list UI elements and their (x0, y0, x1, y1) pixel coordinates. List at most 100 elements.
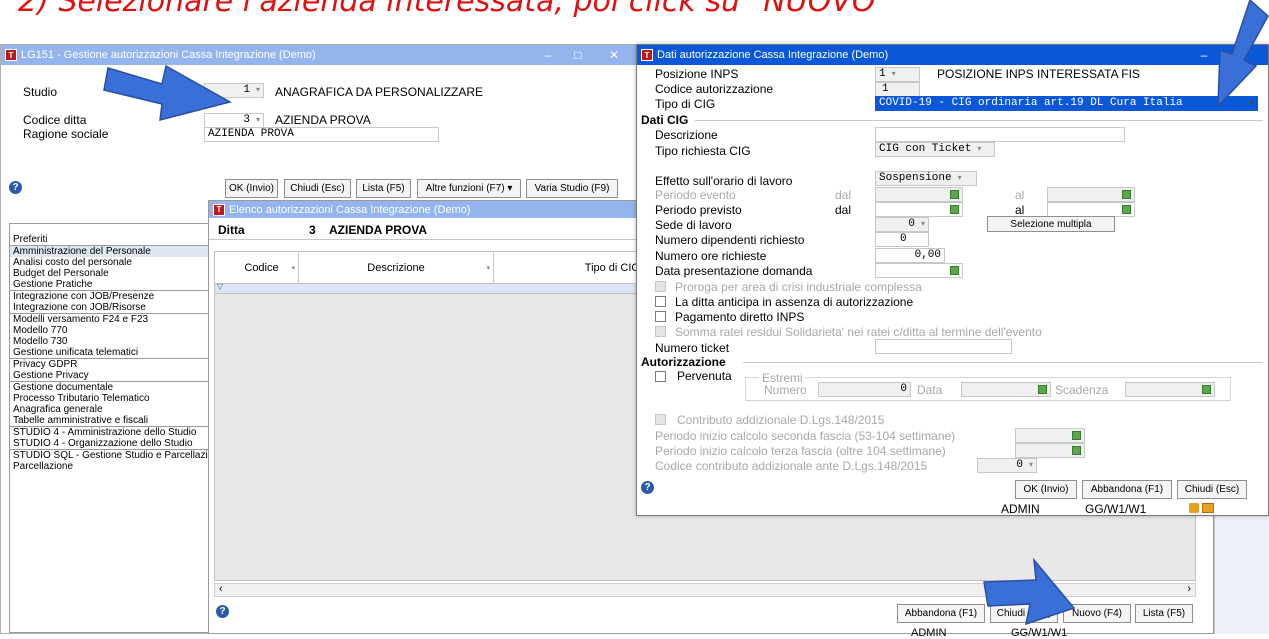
sidebar-item[interactable]: Processo Tributario Telematico (10, 393, 208, 404)
sidebar-list: Preferiti Amministrazione del Personale An… (10, 224, 208, 472)
sidebar-item[interactable]: Gestione documentale (10, 382, 208, 393)
sidebar-item[interactable]: Gestione unificata telematici (10, 347, 208, 358)
ticket-label: Numero ticket (655, 341, 730, 355)
list-lista-button[interactable]: Lista (F5) (1135, 604, 1193, 623)
data-presentazione-label: Data presentazione domanda (655, 264, 813, 278)
sidebar-item[interactable]: STUDIO 4 - Organizzazione dello Studio (10, 438, 208, 449)
column-header-descrizione[interactable]: Descrizione ▾ (299, 252, 494, 284)
calendar-icon[interactable] (1122, 205, 1131, 214)
periodo-evento-al-field (1047, 187, 1135, 202)
periodo-previsto-al-field[interactable] (1047, 202, 1135, 217)
sidebar-group: Modelli versamento F24 e F23 Modello 770 M… (10, 313, 208, 358)
maximize-icon[interactable]: □ (563, 45, 593, 65)
anticipa-label: La ditta anticipa in assenza di autorizz… (675, 295, 914, 309)
detail-status-code: GG/W1/W1 (1085, 502, 1147, 516)
selezione-multipla-button[interactable]: Selezione multipla (987, 216, 1115, 232)
num-dipendenti-label: Numero dipendenti richiesto (655, 233, 805, 247)
scroll-left-icon[interactable]: ‹ (219, 583, 223, 595)
varia-studio-button[interactable]: Varia Studio (F9) (526, 179, 618, 198)
periodo-previsto-label: Periodo previsto (655, 203, 742, 217)
tipo-richiesta-label: Tipo richiesta CIG (655, 144, 751, 158)
sidebar-item[interactable]: Modello 730 (10, 336, 208, 347)
numero-field: 0 (818, 382, 911, 397)
pervenuta-checkbox[interactable] (655, 371, 666, 382)
detail-ok-button[interactable]: OK (Invio) (1015, 480, 1077, 499)
sidebar-group: Gestione documentale Processo Tributario … (10, 381, 208, 426)
tipo-richiesta-select[interactable]: CIG con Ticket ▾ (875, 142, 995, 157)
num-dipendenti-field[interactable]: 0 (875, 232, 929, 247)
sidebar-item[interactable]: Amministrazione del Personale (10, 246, 208, 257)
sidebar-item[interactable]: Tabelle amministrative e fiscali (10, 415, 208, 426)
sidebar-item[interactable]: Modelli versamento F24 e F23 (10, 314, 208, 325)
sede-label: Sede di lavoro (655, 218, 732, 232)
ditta-value: 3 (309, 223, 316, 237)
studio-description: ANAGRAFICA DA PERSONALIZZARE (275, 85, 484, 99)
sede-field[interactable]: 0 ▾ (875, 217, 929, 232)
pagamento-checkbox[interactable] (655, 311, 666, 322)
detail-help-icon[interactable]: ? (641, 481, 654, 494)
studio-label: Studio (23, 85, 58, 99)
terza-fascia-label: Periodo inizio calcolo terza fascia (olt… (655, 444, 946, 458)
data-presentazione-field[interactable] (875, 263, 963, 278)
sidebar-item[interactable]: Gestione Pratiche (10, 279, 208, 290)
posizione-inps-field[interactable]: 1 ▾ (875, 67, 920, 82)
effetto-label: Effetto sull'orario di lavoro (655, 174, 793, 188)
anticipa-checkbox[interactable] (655, 296, 666, 307)
proroga-label: Proroga per area di crisi industriale co… (675, 280, 922, 294)
altre-funzioni-button[interactable]: Altre funzioni (F7) ▾ (417, 179, 521, 198)
scadenza-label: Scadenza (1055, 383, 1109, 397)
sidebar-item[interactable]: Modello 770 (10, 325, 208, 336)
sidebar-group: STUDIO 4 - Amministrazione dello Studio S… (10, 426, 208, 449)
periodo-evento-al-label: al (1015, 188, 1025, 202)
periodo-previsto-dal-field[interactable] (875, 202, 963, 217)
abbandona-button[interactable]: Abbandona (F1) (897, 604, 985, 623)
descrizione-field[interactable] (875, 127, 1125, 142)
detail-window: T Dati autorizzazione Cassa Integrazione… (636, 44, 1269, 516)
help-icon[interactable]: ? (9, 181, 22, 194)
calendar-icon[interactable] (950, 205, 959, 214)
chiudi-button[interactable]: Chiudi (Esc) (284, 179, 351, 198)
detail-window-title: Dati autorizzazione Cassa Integrazione (… (657, 49, 889, 61)
contributo-label: Contributo addizionale D.Lgs.148/2015 (677, 413, 885, 427)
close-icon[interactable]: ✕ (599, 45, 629, 65)
sidebar-item[interactable]: Budget del Personale (10, 268, 208, 279)
sidebar-item[interactable]: STUDIO SQL - Gestione Studio e Parcellaz… (10, 450, 208, 461)
num-ore-field[interactable]: 0,00 (875, 248, 945, 263)
tipo-cig-select[interactable]: COVID-19 - CIG ordinaria art.19 DL Cura … (875, 96, 1258, 111)
dati-cig-section-title: Dati CIG (641, 113, 689, 127)
calendar-icon[interactable] (950, 266, 959, 275)
list-status-user: ADMIN (911, 627, 947, 639)
sidebar-item[interactable]: STUDIO 4 - Amministrazione dello Studio (10, 427, 208, 438)
arrow-pointer-nuovo (983, 557, 1076, 626)
sidebar-item[interactable]: Preferiti (10, 234, 208, 245)
descrizione-label: Descrizione (655, 128, 718, 142)
sidebar-item[interactable]: Parcellazione (10, 461, 208, 472)
calendar-icon (1072, 431, 1081, 440)
autorizzazione-divider (743, 362, 1263, 363)
sidebar-item[interactable]: Analisi costo del personale (10, 257, 208, 268)
terza-fascia-field (1015, 443, 1085, 458)
periodo-evento-dal-field (875, 187, 963, 202)
data-label: Data (917, 383, 943, 397)
detail-abbandona-button[interactable]: Abbandona (F1) (1082, 480, 1172, 499)
sidebar-item[interactable]: Privacy GDPR (10, 359, 208, 370)
detail-chiudi-button[interactable]: Chiudi (Esc) (1177, 480, 1247, 499)
sidebar-group: Amministrazione del Personale Analisi cos… (10, 245, 208, 290)
column-header-tipo-cig[interactable]: Tipo di CIG (494, 252, 644, 284)
scroll-right-icon[interactable]: › (1187, 583, 1191, 595)
pervenuta-label: Pervenuta (677, 369, 732, 383)
num-ore-label: Numero ore richieste (655, 249, 767, 263)
column-header-codice[interactable]: Codice ▾ (225, 252, 299, 284)
ok-button[interactable]: OK (Invio) (225, 179, 278, 198)
minimize-icon[interactable]: – (533, 45, 563, 65)
effetto-select[interactable]: Sospensione ▾ (875, 171, 977, 186)
lista-button[interactable]: Lista (F5) (356, 179, 411, 198)
sidebar-item[interactable]: Gestione Privacy (10, 370, 208, 381)
ditta-label: Ditta (218, 223, 245, 237)
sidebar-item[interactable]: Anagrafica generale (10, 404, 208, 415)
sidebar-item[interactable]: Integrazione con JOB/Risorse (10, 302, 208, 313)
list-help-icon[interactable]: ? (216, 605, 229, 618)
ticket-field[interactable] (875, 339, 1012, 354)
sidebar-item[interactable]: Integrazione con JOB/Presenze (10, 291, 208, 302)
periodo-evento-label: Periodo evento (655, 188, 736, 202)
